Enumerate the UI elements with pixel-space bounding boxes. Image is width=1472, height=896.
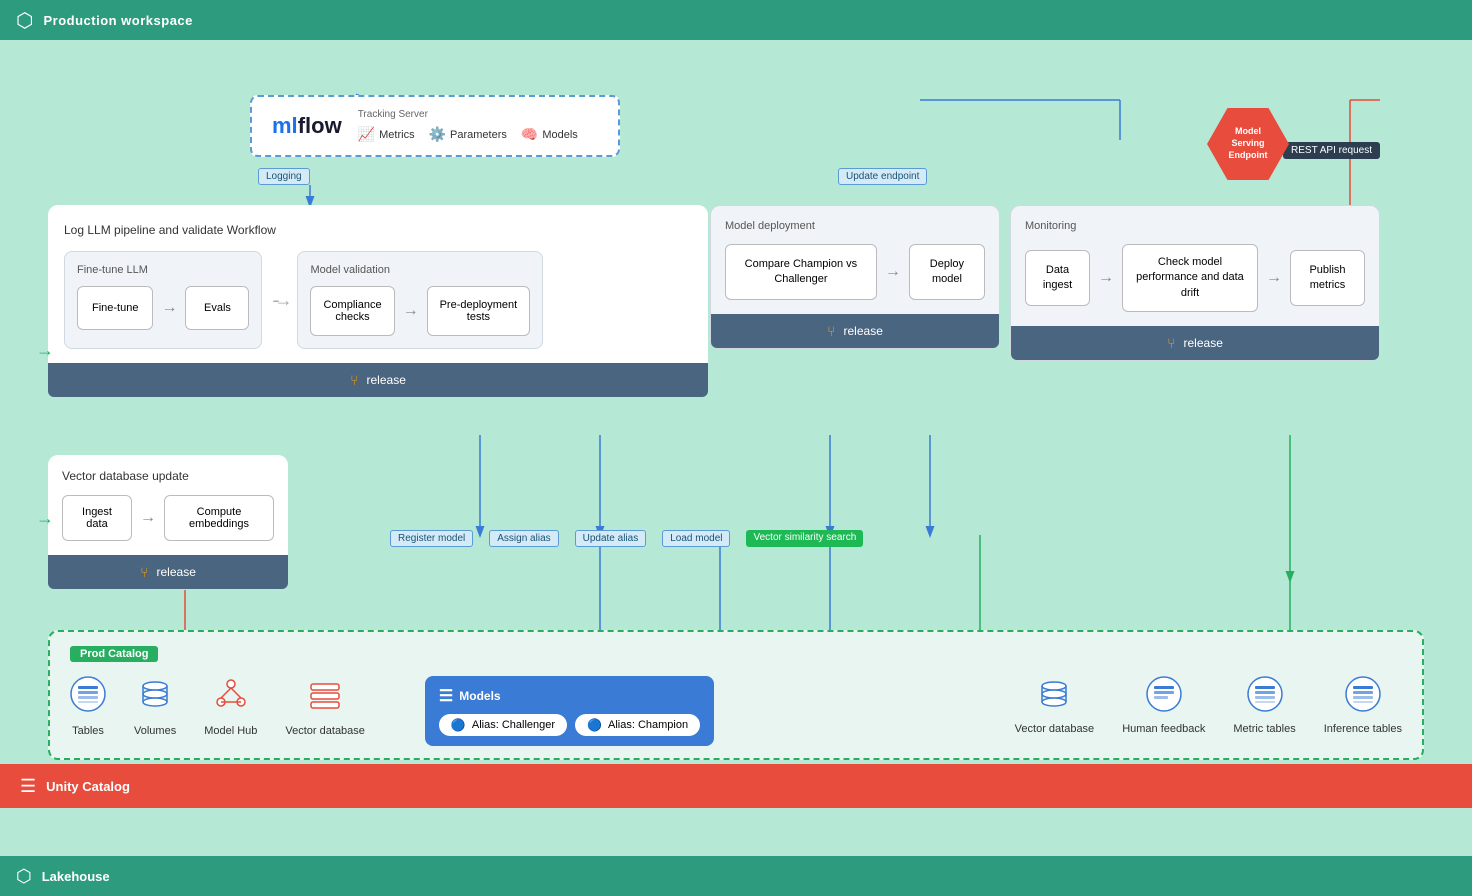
fine-tune-step2: Evals — [185, 286, 249, 330]
arrow-into-workflow1: → — [36, 340, 54, 361]
catalog-model-hub: Model Hub — [204, 676, 257, 737]
unity-catalog-bar: ☰ Unity Catalog — [0, 764, 1472, 808]
top-bar-icon: ⬡ — [16, 8, 33, 33]
pre-deployment-tests: Pre-deploymenttests — [427, 286, 531, 336]
model-serving-label: ModelServingEndpoint — [1225, 122, 1272, 165]
arrow-into-workflow2: → — [36, 508, 54, 529]
model-hub-icon — [213, 676, 249, 719]
fine-tune-title: Fine-tune LLM — [77, 264, 249, 276]
alias-champion: 🔵 Alias: Champion — [575, 714, 700, 736]
models-box: ☰ Models 🔵 Alias: Challenger 🔵 Alias: Ch… — [425, 676, 714, 746]
lakehouse-title: Lakehouse — [42, 869, 110, 884]
mlflow-tracking-box: mlflow Tracking Server 📈 Metrics ⚙️ Para… — [250, 95, 620, 157]
update-endpoint-badge: Update endpoint — [838, 168, 927, 185]
prod-catalog-section: Prod Catalog Tables — [48, 630, 1424, 760]
deploy-model: Deploy model — [909, 244, 985, 300]
vector-db-label-left: Vector database — [285, 725, 365, 737]
metrics-item: 📈 Metrics — [358, 126, 415, 143]
alias-row: 🔵 Alias: Challenger 🔵 Alias: Champion — [439, 714, 700, 736]
prod-catalog-label: Prod Catalog — [70, 646, 158, 662]
volumes-label: Volumes — [134, 725, 176, 737]
vectordb-release-label: release — [157, 565, 196, 579]
vector-db-label-right: Vector database — [1015, 723, 1095, 735]
deployment-release-label: release — [844, 324, 883, 338]
top-bar: ⬡ Production workspace — [0, 0, 1472, 40]
models-item: 🧠 Models — [521, 126, 578, 143]
vector-db-icon-left — [307, 678, 343, 719]
fine-tune-section: Fine-tune LLM Fine-tune → Evals — [64, 251, 262, 349]
update-alias-badge: Update alias — [575, 530, 647, 547]
compute-embeddings: Compute embeddings — [164, 495, 274, 541]
metric-tables-label: Metric tables — [1233, 723, 1295, 735]
publish-metrics: Publish metrics — [1290, 250, 1365, 306]
logging-badge: Logging — [258, 168, 310, 185]
human-feedback-icon — [1146, 676, 1182, 717]
tracking-server-label: Tracking Server — [358, 109, 578, 120]
monitoring-title: Monitoring — [1025, 220, 1365, 232]
tables-label: Tables — [72, 725, 104, 737]
inference-tables-icon — [1345, 676, 1381, 717]
workflow-release-bar: ⑂ release — [48, 363, 708, 397]
load-model-badge: Load model — [662, 530, 730, 547]
alias-challenger: 🔵 Alias: Challenger — [439, 714, 567, 736]
parameters-item: ⚙️ Parameters — [429, 126, 507, 143]
data-ingest: Data ingest — [1025, 250, 1090, 306]
unity-catalog-title: Unity Catalog — [46, 779, 130, 794]
volumes-icon — [137, 676, 173, 719]
catalog-inference-tables: Inference tables — [1324, 676, 1402, 735]
catalog-tables: Tables — [70, 676, 106, 737]
model-validation-title: Model validation — [310, 264, 530, 276]
model-deployment-box: Model deployment Compare Champion vs Cha… — [710, 205, 1000, 349]
deployment-release-bar: ⑂ release — [711, 314, 999, 348]
arrow-compliance-predeployment: → — [403, 302, 419, 320]
workflow-release-label: release — [367, 373, 406, 387]
vector-similarity-badge: Vector similarity search — [746, 530, 863, 547]
catalog-human-feedback: Human feedback — [1122, 676, 1205, 735]
vectordb-release-bar: ⑂ release — [48, 555, 288, 589]
vector-db-box: Vector database update Ingest data → Com… — [48, 455, 288, 589]
catalog-volumes: Volumes — [134, 676, 176, 737]
models-box-title: ☰ Models — [439, 686, 700, 706]
tables-icon — [70, 676, 106, 719]
human-feedback-label: Human feedback — [1122, 723, 1205, 735]
top-bar-title: Production workspace — [43, 13, 192, 28]
assign-alias-badge: Assign alias — [489, 530, 558, 547]
model-hub-label: Model Hub — [204, 725, 257, 737]
model-serving-hexagon: ModelServingEndpoint — [1207, 108, 1289, 180]
metric-tables-icon — [1247, 676, 1283, 717]
compare-champion: Compare Champion vs Challenger — [725, 244, 877, 300]
action-badges-row: Register model Assign alias Update alias… — [390, 530, 863, 547]
bottom-bar: ⬡ Lakehouse — [0, 856, 1472, 896]
register-model-badge: Register model — [390, 530, 473, 547]
mlflow-logo: mlflow — [272, 113, 342, 139]
lakehouse-icon: ⬡ — [16, 866, 32, 887]
models-section: ☰ Models 🔵 Alias: Challenger 🔵 Alias: Ch… — [425, 676, 714, 746]
catalog-vector-db: Vector database — [285, 678, 365, 737]
workflow-title: Log LLM pipeline and validate Workflow — [64, 223, 692, 237]
vector-db-icon-right — [1036, 676, 1072, 717]
workflow-box: Log LLM pipeline and validate Workflow F… — [48, 205, 708, 397]
rest-api-badge: REST API request — [1283, 142, 1380, 159]
model-deployment-title: Model deployment — [725, 220, 985, 232]
model-serving-container: ModelServingEndpoint — [1207, 108, 1289, 180]
vector-db-title: Vector database update — [62, 469, 274, 483]
workflow-git-icon: ⑂ — [350, 372, 358, 388]
arrow-fine-evals: → — [161, 299, 177, 317]
model-validation-section: Model validation Compliancechecks → Pre-… — [297, 251, 543, 349]
compliance-checks: Compliancechecks — [310, 286, 394, 336]
monitoring-release-bar: ⑂ release — [1011, 326, 1379, 360]
catalog-vector-db-right: Vector database — [1015, 676, 1095, 735]
monitoring-release-label: release — [1184, 336, 1223, 350]
inference-tables-label: Inference tables — [1324, 723, 1402, 735]
dashed-arrow: - - → — [272, 251, 287, 349]
arrow-deploy: → — [885, 263, 901, 281]
catalog-metric-tables: Metric tables — [1233, 676, 1295, 735]
check-model-performance: Check model performance and data drift — [1122, 244, 1258, 312]
unity-catalog-icon: ☰ — [20, 776, 36, 797]
fine-tune-step1: Fine-tune — [77, 286, 153, 330]
monitoring-box: Monitoring Data ingest → Check model per… — [1010, 205, 1380, 361]
ingest-data: Ingest data — [62, 495, 132, 541]
